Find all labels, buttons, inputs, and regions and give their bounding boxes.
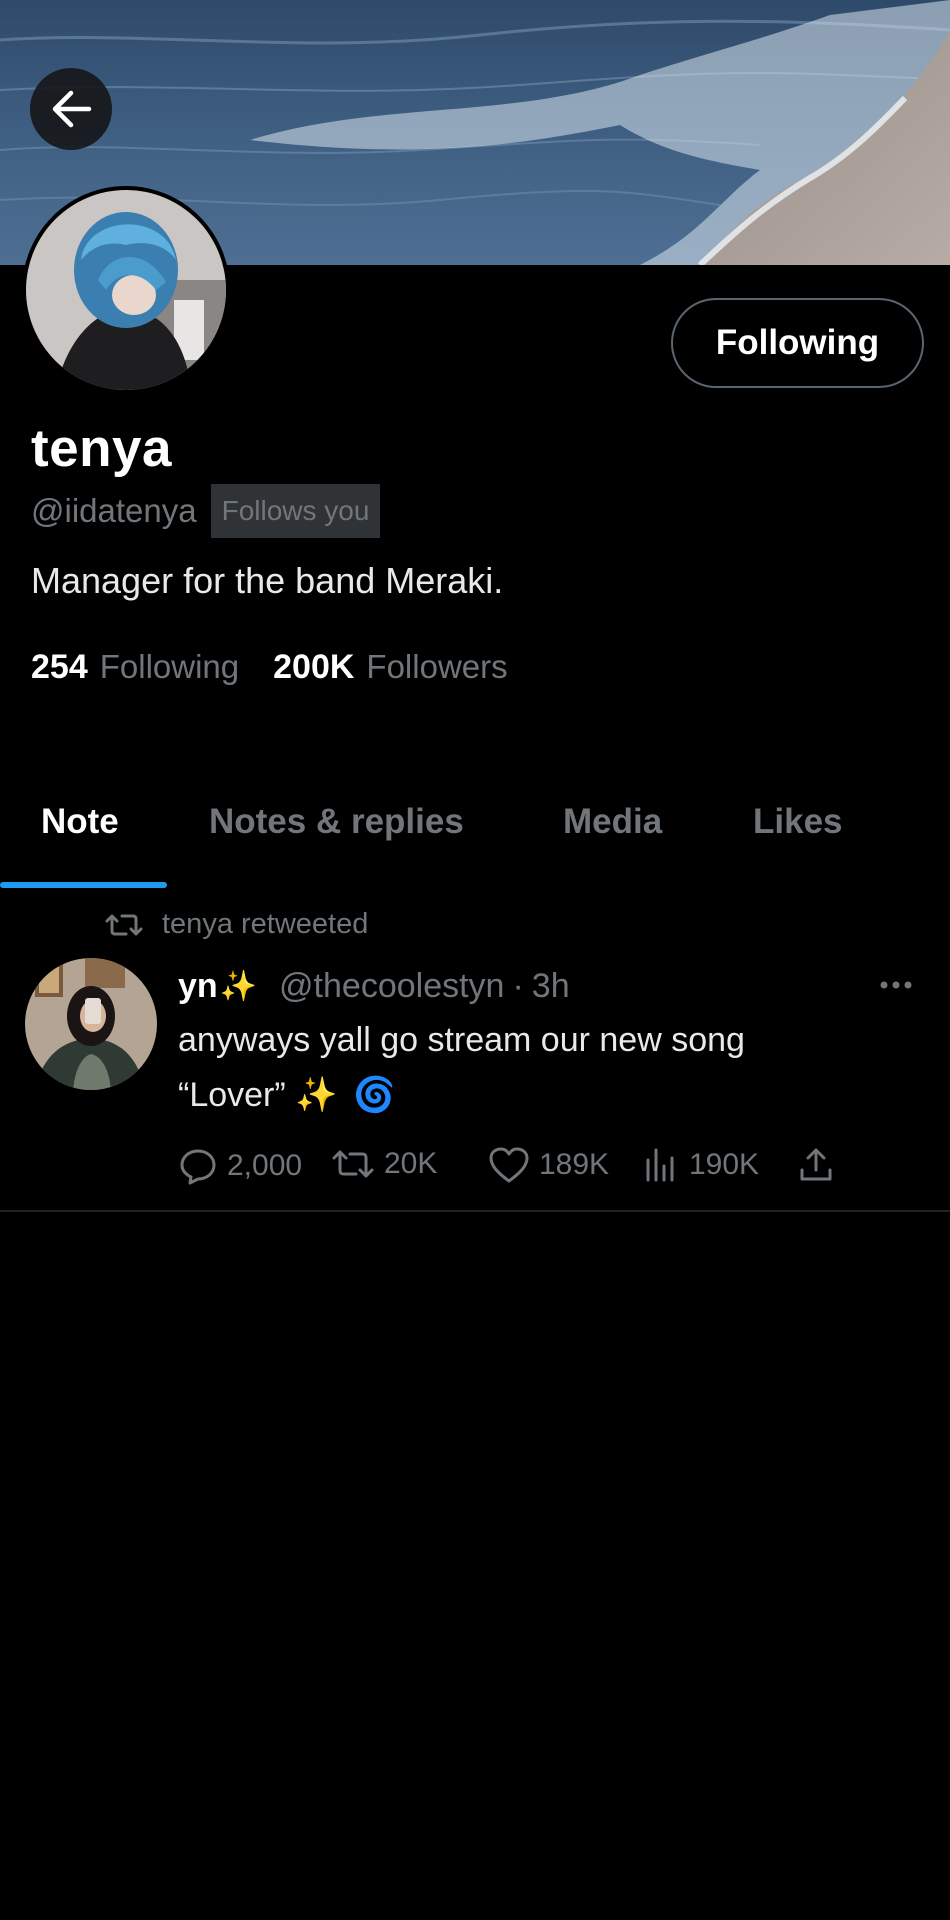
profile-stats: 254 Following 200K Followers: [31, 648, 542, 687]
following-stat-label: Following: [99, 648, 240, 685]
tweet-text-line-1: anyways yall go stream our new song: [178, 1021, 745, 1059]
tweet-time[interactable]: 3h: [532, 967, 570, 1006]
heart-icon: [489, 1147, 529, 1183]
retweet-icon: [105, 914, 143, 935]
sparkles-emoji: ✨: [219, 970, 258, 1003]
tweet-actions: 2,000 20K 189K 190K: [178, 1146, 878, 1196]
tweet-divider: [0, 1210, 950, 1212]
profile-avatar-image: [26, 190, 226, 390]
tweet-text-line-2: “Lover” ✨ 🌀: [178, 1068, 898, 1123]
followers-stat[interactable]: 200K Followers: [273, 648, 507, 687]
reply-count: 2,000: [227, 1149, 303, 1182]
following-button[interactable]: Following: [671, 298, 924, 388]
tweet-text-line-2-content: “Lover” ✨: [178, 1076, 338, 1114]
tweet-author-handle[interactable]: @thecoolestyn: [279, 967, 504, 1006]
reply-icon: [180, 1149, 216, 1185]
retweet-icon: [332, 1150, 374, 1178]
tweet-author-avatar-image: [25, 958, 157, 1090]
followers-stat-label: Followers: [366, 648, 508, 685]
reply-button[interactable]: 2,000: [178, 1146, 302, 1186]
profile-tabs: Note Notes & replies Media Likes: [0, 772, 950, 888]
arrow-left-icon: [52, 90, 92, 128]
tweet-text: anyways yall go stream our new song “Lov…: [178, 1013, 898, 1123]
profile-avatar[interactable]: [22, 186, 230, 394]
tweet-author-name[interactable]: yn: [178, 967, 218, 1006]
profile-handle: @iidatenya: [31, 492, 197, 529]
cyclone-emoji: 🌀: [352, 1076, 396, 1114]
retweet-count: 20K: [384, 1147, 438, 1180]
back-button[interactable]: [30, 68, 112, 150]
profile-bio: Manager for the band Meraki.: [31, 560, 504, 601]
tab-likes[interactable]: Likes: [753, 802, 843, 842]
like-count: 189K: [539, 1148, 610, 1181]
share-icon: [800, 1148, 832, 1181]
following-count: 254: [31, 648, 88, 686]
retweet-context[interactable]: tenya retweeted: [104, 908, 368, 941]
tweet-separator: ·: [512, 967, 524, 1005]
followers-count: 200K: [273, 648, 355, 686]
follows-you-badge: Follows you: [210, 484, 381, 538]
profile-display-name: tenya: [31, 419, 172, 478]
tweet-header: yn ✨ @thecoolestyn · 3h: [178, 967, 570, 1006]
following-stat[interactable]: 254 Following: [31, 648, 239, 687]
tweet-more-button[interactable]: [878, 970, 914, 1000]
like-button[interactable]: 189K: [488, 1146, 609, 1184]
profile-handle-row: @iidatenya Follows you: [31, 484, 381, 538]
retweet-label: tenya retweeted: [162, 908, 369, 940]
views-button[interactable]: 190K: [644, 1146, 759, 1184]
retweet-button[interactable]: 20K: [331, 1146, 437, 1182]
tab-notes-and-replies[interactable]: Notes & replies: [209, 802, 464, 842]
tab-media[interactable]: Media: [563, 802, 662, 842]
bar-chart-icon: [646, 1148, 674, 1182]
active-tab-indicator: [0, 882, 167, 888]
views-count: 190K: [689, 1148, 760, 1181]
share-button[interactable]: [798, 1146, 843, 1184]
tweet-author-avatar[interactable]: [25, 958, 157, 1090]
tab-note[interactable]: Note: [41, 802, 119, 842]
more-dots-icon: [880, 981, 912, 989]
